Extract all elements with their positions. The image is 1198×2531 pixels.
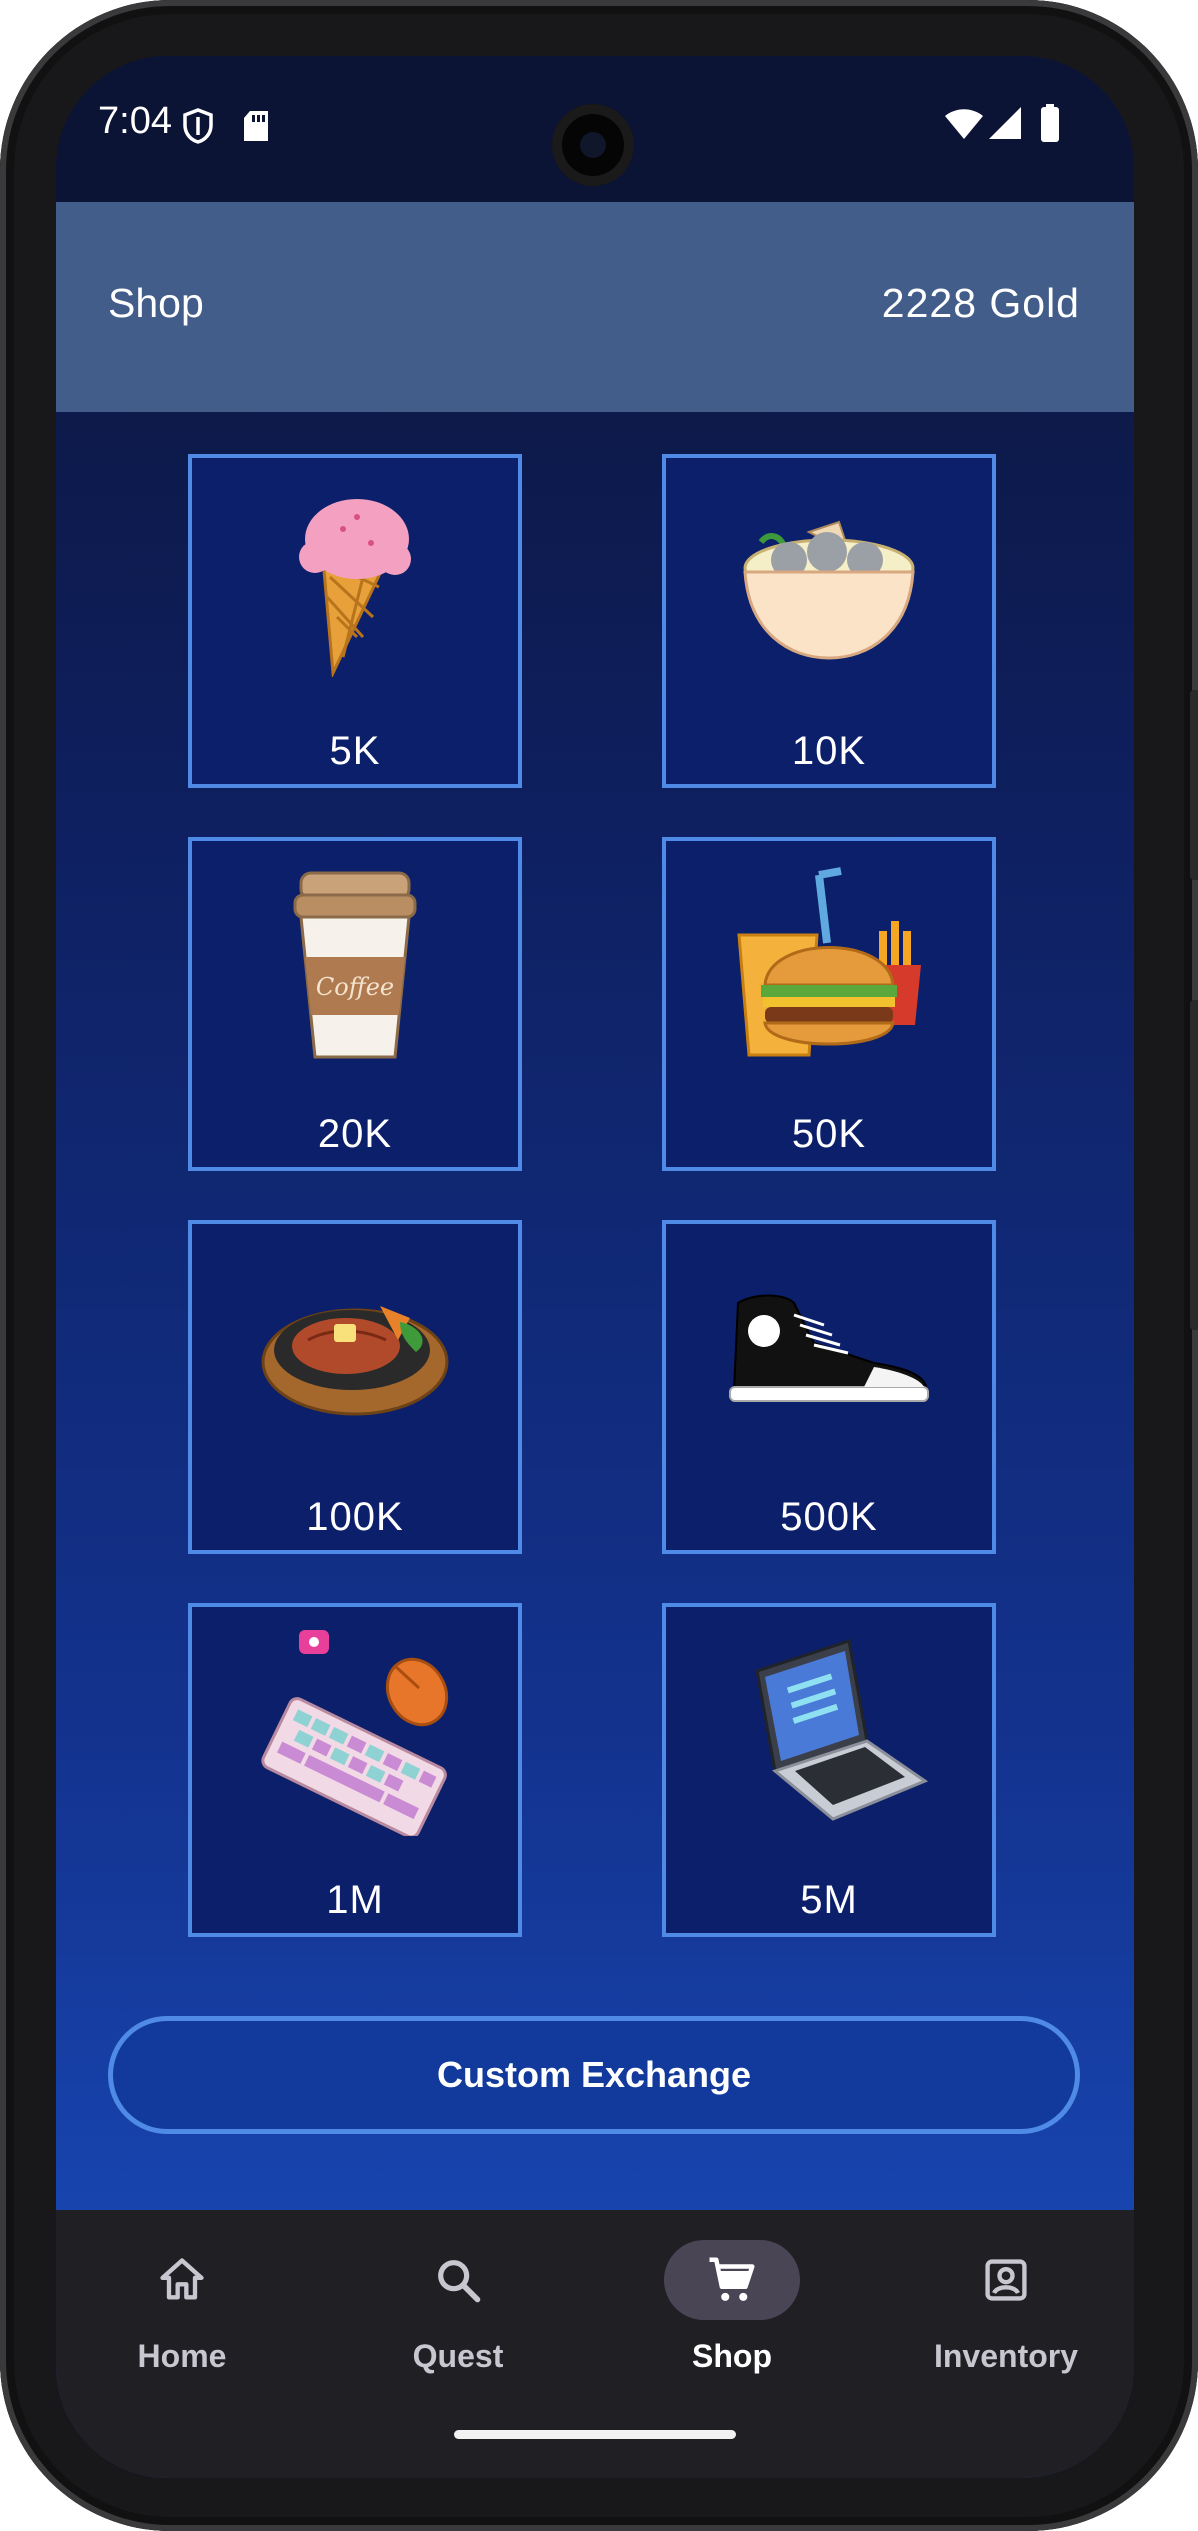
camera-cutout [552,104,634,186]
item-price: 5K [329,729,381,773]
portrait-icon [938,2240,1074,2320]
shop-item-card[interactable]: 10K [662,454,996,788]
shop-item-card[interactable]: 500K [662,1220,996,1554]
item-price: 5M [800,1878,858,1922]
nav-shop[interactable]: Shop [612,2240,852,2390]
wifi-icon [944,108,984,144]
shop-item-card[interactable]: Coffee 20K [188,837,522,1171]
sneaker-icon [666,1248,992,1448]
sd-card-icon [242,110,270,146]
item-price: 1M [326,1878,384,1922]
item-price: 10K [791,729,867,773]
nav-label: Quest [412,2338,504,2374]
nav-label: Shop [692,2338,772,2374]
shop-item-card[interactable]: 5M [662,1603,996,1937]
search-icon [390,2240,526,2320]
battery-icon [1040,104,1060,146]
home-icon [114,2240,250,2320]
meatball-soup-icon [666,482,992,682]
gold-balance: 2228 Gold [881,280,1080,326]
status-time: 7:04 [98,100,172,142]
nav-label: Home [137,2338,227,2374]
custom-exchange-button[interactable]: Custom Exchange [108,2016,1080,2134]
signal-icon [988,106,1022,144]
nav-home[interactable]: Home [62,2240,302,2390]
screen: 7:04 Shop 2228 Gold 5K 10K Coffee 20K 50… [56,56,1134,2478]
home-indicator[interactable] [454,2430,736,2439]
page-title: Shop [108,280,204,326]
cart-icon [664,2240,800,2320]
burger-meal-icon [666,865,992,1065]
status-bar: 7:04 [56,56,1134,202]
ice-cream-icon [192,482,518,682]
shop-item-card[interactable]: 5K [188,454,522,788]
coffee-cup-icon: Coffee [192,865,518,1065]
item-price: 20K [317,1112,393,1156]
shop-item-card[interactable]: 50K [662,837,996,1171]
nav-label: Inventory [933,2338,1079,2374]
steak-icon [192,1248,518,1448]
shop-item-card[interactable]: 100K [188,1220,522,1554]
shield-icon [182,108,214,148]
phone-frame: 7:04 Shop 2228 Gold 5K 10K Coffee 20K 50… [0,0,1198,2531]
laptop-icon [666,1631,992,1831]
shop-item-card[interactable]: 1M [188,1603,522,1937]
nav-quest[interactable]: Quest [338,2240,578,2390]
volume-button [1190,690,1198,880]
item-price: 50K [791,1112,867,1156]
app-bar: Shop 2228 Gold [56,202,1134,412]
item-price: 100K [306,1495,404,1539]
item-price: 500K [780,1495,878,1539]
power-button [1190,1000,1198,1330]
keyboard-mouse-icon [192,1630,518,1836]
svg-text:Coffee: Coffee [316,973,394,1001]
nav-inventory[interactable]: Inventory [886,2240,1126,2390]
